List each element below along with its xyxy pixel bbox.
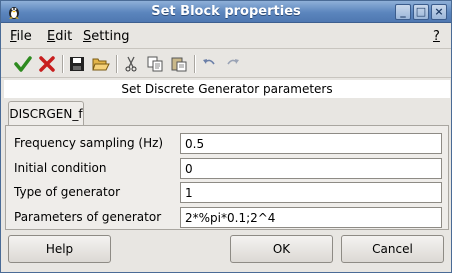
copy-toolbar-button[interactable] [145, 54, 165, 74]
cancel-button[interactable]: Cancel [341, 235, 444, 263]
menu-help[interactable]: ? [433, 29, 440, 44]
maximize-button[interactable]: □ [413, 4, 429, 20]
tab-discrgen-f[interactable]: DISCRGEN_f [8, 101, 84, 126]
menu-bar: File Edit Setting ? [1, 24, 451, 49]
cut-toolbar-button[interactable] [121, 54, 141, 74]
menu-file[interactable]: File [10, 29, 32, 44]
open-folder-icon [92, 58, 110, 71]
field-label-frequency: Frequency sampling (Hz) [14, 136, 164, 150]
minimize-button[interactable]: _ [395, 4, 411, 20]
menu-edit[interactable]: Edit [47, 29, 72, 44]
field-label-initial-condition: Initial condition [14, 161, 107, 175]
cancel-x-icon [39, 56, 55, 72]
save-toolbar-button[interactable] [67, 54, 87, 74]
field-label-parameters: Parameters of generator [14, 210, 162, 224]
toolbar-separator [194, 55, 196, 73]
toolbar-separator [116, 55, 118, 73]
title-bar[interactable]: Set Block properties _ □ × [1, 1, 451, 23]
copy-icon [147, 56, 163, 72]
menu-file-rest: ile [16, 29, 32, 44]
undo-icon [203, 59, 215, 65]
ok-toolbar-button[interactable] [13, 54, 33, 74]
ok-button[interactable]: OK [230, 235, 333, 263]
redo-toolbar-button[interactable] [223, 54, 243, 74]
menu-edit-mnemonic: E [47, 29, 56, 44]
menu-setting-rest: etting [91, 29, 130, 44]
redo-icon [227, 59, 239, 65]
check-icon [14, 56, 32, 72]
frequency-sampling-input[interactable] [180, 133, 442, 154]
field-label-type-of-generator: Type of generator [14, 185, 121, 199]
help-button[interactable]: Help [8, 235, 111, 263]
toolbar-separator [62, 55, 64, 73]
undo-toolbar-button[interactable] [199, 54, 219, 74]
parameters-panel: Frequency sampling (Hz) Initial conditio… [5, 125, 449, 230]
menu-setting[interactable]: Setting [83, 29, 130, 44]
close-button[interactable]: × [431, 4, 447, 20]
window-title: Set Block properties [151, 4, 301, 19]
initial-condition-input[interactable] [180, 158, 442, 179]
open-toolbar-button[interactable] [91, 54, 111, 74]
menu-edit-rest: dit [55, 29, 73, 44]
parameters-of-generator-input[interactable] [180, 207, 442, 228]
save-icon [70, 57, 84, 71]
dialog-header: Set Discrete Generator parameters [4, 80, 450, 98]
paste-toolbar-button[interactable] [169, 54, 189, 74]
toolbar [1, 50, 451, 78]
cancel-toolbar-button[interactable] [37, 54, 57, 74]
type-of-generator-input[interactable] [180, 182, 442, 203]
dialog-window: Set Block properties _ □ × File Edit Set… [0, 0, 452, 273]
paste-icon [171, 57, 187, 72]
cut-icon [125, 56, 137, 72]
